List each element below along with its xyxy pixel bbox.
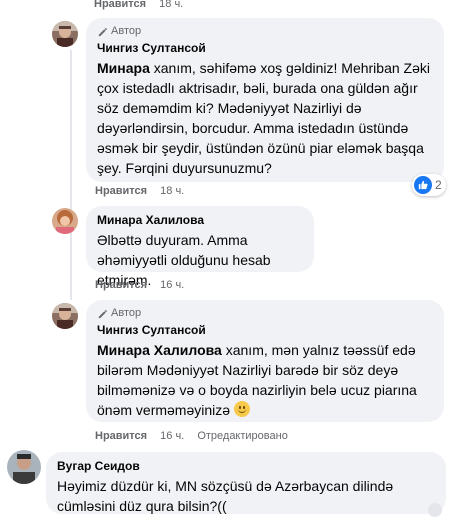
- badge-label: Автор: [111, 25, 142, 37]
- comment-text: Минара xanım, səhifəmə xoş gəldiniz! Meh…: [97, 60, 430, 176]
- thumbs-up-icon: [414, 176, 432, 194]
- pencil-icon: [98, 309, 108, 318]
- like-link[interactable]: Нравится: [95, 185, 147, 197]
- comment-bubble: Автор Чингиз Султансой Минара Халилова x…: [86, 300, 444, 422]
- timestamp[interactable]: 18 ч.: [159, 0, 183, 10]
- comment-bubble: Минара Халилова Əlbəttə duyuram. Amma əh…: [86, 206, 314, 288]
- comment-bubble: Автор Чингиз Султансой Минара xanım, səh…: [86, 18, 444, 182]
- avatar-chingiz[interactable]: [52, 303, 78, 329]
- author-badge: Автор: [97, 24, 433, 38]
- avatar-minara[interactable]: [52, 208, 78, 234]
- thread-line: [70, 50, 72, 300]
- comment-actions: Нравится 16 ч. Отредактировано: [95, 430, 288, 442]
- author-badge: Автор: [97, 306, 433, 320]
- comment-text: Минара Халилова xanım, mən yalnız təəssü…: [97, 342, 417, 418]
- comment-author[interactable]: Вугар Сеидов: [57, 458, 435, 474]
- comment-author[interactable]: Чингиз Султансой: [97, 322, 433, 338]
- reaction-summary[interactable]: 2: [412, 174, 446, 196]
- reaction-count: 2: [435, 178, 442, 192]
- comment-actions: Нравится 16 ч.: [95, 279, 194, 291]
- comment-bubble: Вугар Сеидов Həyimiz düzdür ki, MN sözçü…: [46, 452, 446, 514]
- mention[interactable]: Минара: [97, 60, 150, 76]
- like-link[interactable]: Нравится: [95, 279, 147, 291]
- pencil-icon: [98, 27, 108, 36]
- comment-actions-top: Нравится 18 ч.: [94, 0, 193, 10]
- comment-actions: Нравится 18 ч.: [95, 185, 194, 197]
- comment-text: Həyimiz düzdür ki, MN sözçüsü də Azərbay…: [57, 478, 394, 514]
- like-link[interactable]: Нравится: [94, 0, 146, 10]
- timestamp[interactable]: 16 ч.: [160, 279, 184, 291]
- like-link[interactable]: Нравится: [95, 430, 147, 442]
- smile-emoji-icon: [233, 401, 250, 417]
- edited-label[interactable]: Отредактировано: [197, 430, 288, 442]
- avatar-vugar[interactable]: [7, 450, 41, 484]
- timestamp[interactable]: 16 ч.: [160, 430, 184, 442]
- timestamp[interactable]: 18 ч.: [160, 185, 184, 197]
- avatar-chingiz[interactable]: [52, 21, 78, 47]
- comment-author[interactable]: Минара Халилова: [97, 212, 303, 228]
- badge-label: Автор: [111, 307, 142, 319]
- comment-author[interactable]: Чингиз Султансой: [97, 40, 433, 56]
- reaction-add-icon[interactable]: [428, 503, 442, 517]
- mention[interactable]: Минара Халилова: [97, 342, 222, 358]
